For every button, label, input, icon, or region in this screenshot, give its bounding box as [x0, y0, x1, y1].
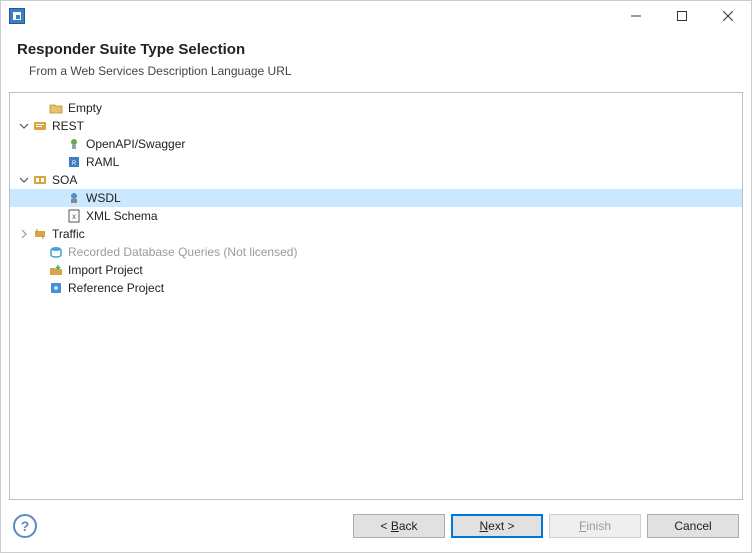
close-button[interactable]: [705, 1, 751, 31]
wsdl-icon: [66, 190, 82, 206]
tree-item-reference[interactable]: Reference Project: [10, 279, 742, 297]
tree-item-wsdl[interactable]: WSDL: [10, 189, 742, 207]
rest-icon: [32, 118, 48, 134]
tree-item-recordeddb: Recorded Database Queries (Not licensed): [10, 243, 742, 261]
tree-item-rest[interactable]: REST: [10, 117, 742, 135]
xml-icon: X: [66, 208, 82, 224]
tree-item-import[interactable]: Import Project: [10, 261, 742, 279]
tree-item-soa[interactable]: SOA: [10, 171, 742, 189]
tree-item-xmlschema[interactable]: X XML Schema: [10, 207, 742, 225]
tree-label: Reference Project: [68, 281, 164, 295]
chevron-down-icon[interactable]: [16, 175, 32, 185]
maximize-button[interactable]: [659, 1, 705, 31]
soa-icon: [32, 172, 48, 188]
tree-item-raml[interactable]: R RAML: [10, 153, 742, 171]
finish-button: Finish: [549, 514, 641, 538]
tree-item-empty[interactable]: Empty: [10, 99, 742, 117]
tree-label: WSDL: [86, 191, 121, 205]
tree-label: Recorded Database Queries (Not licensed): [68, 245, 297, 259]
button-label: Cancel: [674, 519, 711, 533]
chevron-right-icon[interactable]: [16, 229, 32, 239]
cancel-button[interactable]: Cancel: [647, 514, 739, 538]
next-button[interactable]: Next >: [451, 514, 543, 538]
raml-icon: R: [66, 154, 82, 170]
button-label: < Back: [380, 519, 417, 533]
chevron-down-icon[interactable]: [16, 121, 32, 131]
tree-panel: Empty REST OpenAPI/Swagger R RAML: [9, 92, 743, 500]
help-button[interactable]: ?: [13, 514, 37, 538]
tree-label: SOA: [52, 173, 77, 187]
page-subtitle: From a Web Services Description Language…: [29, 64, 735, 78]
tree-label: OpenAPI/Swagger: [86, 137, 185, 151]
tree-item-swagger[interactable]: OpenAPI/Swagger: [10, 135, 742, 153]
page-title: Responder Suite Type Selection: [17, 41, 735, 58]
tree-label: Empty: [68, 101, 102, 115]
tree-label: RAML: [86, 155, 119, 169]
wizard-header: Responder Suite Type Selection From a We…: [1, 31, 751, 92]
import-icon: [48, 262, 64, 278]
svg-text:R: R: [72, 161, 77, 167]
titlebar: [1, 1, 751, 31]
wizard-footer: ? < Back Next > Finish Cancel: [1, 500, 751, 552]
tree-label: Traffic: [52, 227, 85, 241]
traffic-icon: [32, 226, 48, 242]
svg-text:X: X: [72, 215, 76, 221]
minimize-button[interactable]: [613, 1, 659, 31]
button-label: Next >: [479, 519, 514, 533]
reference-icon: [48, 280, 64, 296]
swagger-icon: [66, 136, 82, 152]
app-icon: [9, 8, 25, 24]
tree-label: REST: [52, 119, 84, 133]
folder-icon: [48, 100, 64, 116]
tree-label: Import Project: [68, 263, 143, 277]
tree-label: XML Schema: [86, 209, 158, 223]
button-label: Finish: [579, 519, 611, 533]
tree-item-traffic[interactable]: Traffic: [10, 225, 742, 243]
database-icon: [48, 244, 64, 260]
back-button[interactable]: < Back: [353, 514, 445, 538]
